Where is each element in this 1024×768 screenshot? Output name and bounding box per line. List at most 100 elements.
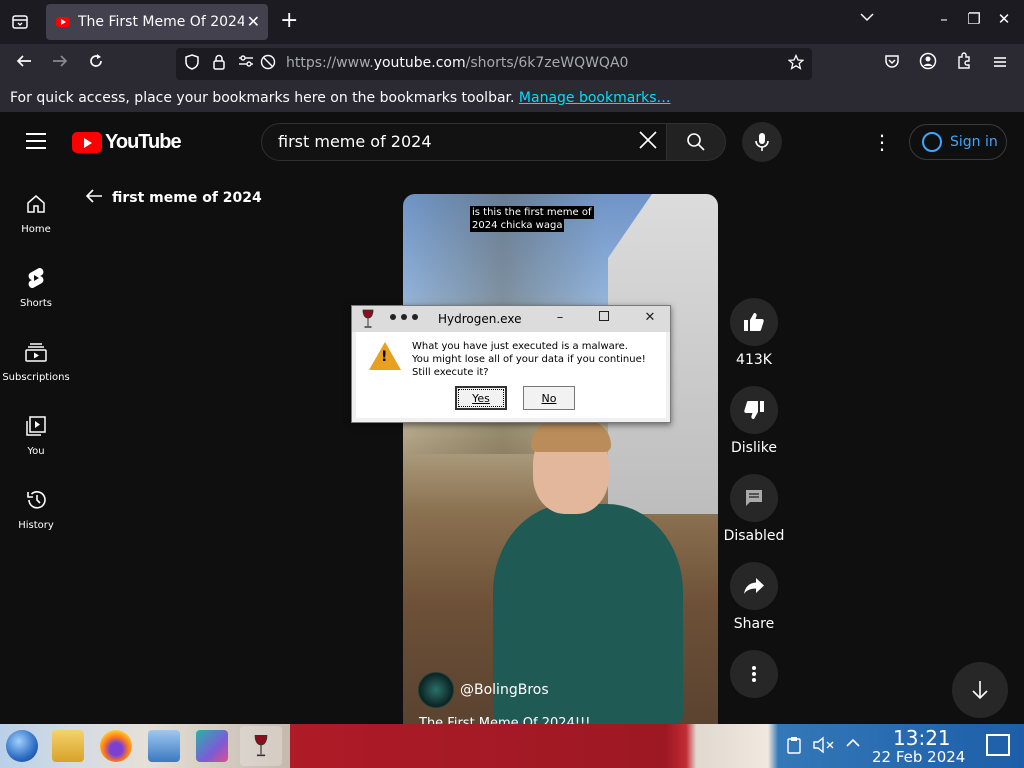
thumbs-down-icon[interactable] bbox=[730, 386, 778, 434]
dialog-body: ! What you have just executed is a malwa… bbox=[356, 332, 666, 418]
more-vertical-icon[interactable] bbox=[730, 650, 778, 698]
app-menu-icon[interactable] bbox=[987, 52, 1013, 76]
guide-item-you[interactable]: You bbox=[0, 414, 72, 457]
pocket-icon[interactable] bbox=[879, 52, 905, 76]
dialog-minimize-button[interactable]: – bbox=[552, 310, 568, 325]
start-menu-icon[interactable] bbox=[6, 730, 38, 762]
microphone-icon bbox=[755, 133, 769, 151]
window-close-button[interactable]: ✕ bbox=[994, 10, 1014, 28]
history-icon bbox=[0, 488, 72, 512]
list-all-tabs-chevron-icon[interactable] bbox=[860, 10, 874, 26]
more-options-icon[interactable]: ⋮ bbox=[872, 130, 892, 154]
caption-line: 2024 chicka waga bbox=[470, 219, 565, 232]
account-icon[interactable] bbox=[915, 52, 941, 76]
search-box[interactable] bbox=[261, 123, 667, 161]
tab-list-icon[interactable] bbox=[6, 10, 34, 34]
back-arrow-icon[interactable] bbox=[11, 52, 37, 76]
youtube-wordmark: YouTube bbox=[105, 130, 182, 153]
bookmark-star-icon[interactable] bbox=[786, 53, 806, 74]
dialog-message-line: You might lose all of your data if you c… bbox=[412, 354, 646, 365]
clock-date[interactable]: 22 Feb 2024 bbox=[872, 748, 965, 766]
youtube-logo[interactable]: YouTube bbox=[72, 130, 182, 153]
clear-search-icon[interactable] bbox=[638, 128, 658, 156]
sign-in-button[interactable]: Sign in bbox=[909, 124, 1007, 160]
autoplay-blocked-icon[interactable] bbox=[258, 54, 278, 74]
extensions-icon[interactable] bbox=[951, 52, 977, 76]
url-path: /shorts/6k7zeWQWQA0 bbox=[465, 55, 629, 71]
dialog-close-button[interactable]: ✕ bbox=[642, 310, 658, 325]
no-label: No bbox=[541, 391, 557, 405]
search-button[interactable] bbox=[666, 123, 726, 161]
shorts-icon bbox=[0, 266, 72, 290]
yes-button[interactable]: Yes bbox=[455, 386, 507, 410]
system-settings-icon[interactable] bbox=[148, 730, 180, 762]
clipboard-icon[interactable] bbox=[786, 736, 802, 758]
like-count: 413K bbox=[736, 352, 772, 368]
dislike-button[interactable]: Dislike bbox=[730, 386, 778, 456]
comments-button[interactable]: Disabled bbox=[724, 474, 784, 544]
shorts-back-row[interactable]: first meme of 2024 bbox=[84, 186, 262, 210]
share-arrow-icon[interactable] bbox=[730, 562, 778, 610]
you-icon bbox=[0, 414, 72, 438]
more-actions-button[interactable] bbox=[730, 650, 778, 698]
software-center-icon[interactable] bbox=[196, 730, 228, 762]
arrow-down-icon bbox=[972, 681, 988, 700]
show-desktop-button[interactable] bbox=[986, 734, 1010, 756]
browser-nav-bar: https://www.youtube.com/shorts/6k7zeWQWQ… bbox=[0, 44, 1024, 84]
channel-name[interactable]: @BolingBros bbox=[460, 682, 549, 698]
window-restore-button[interactable]: ❐ bbox=[964, 10, 984, 28]
dialog-titlebar[interactable]: Hydrogen.exe – ✕ bbox=[352, 306, 670, 332]
share-button[interactable]: Share bbox=[730, 562, 778, 632]
caption-line: is this the first meme of bbox=[470, 206, 594, 219]
bookmarks-toolbar: For quick access, place your bookmarks h… bbox=[0, 84, 1024, 112]
dialog-menu-dots-icon[interactable] bbox=[390, 314, 423, 320]
permissions-icon[interactable] bbox=[236, 54, 256, 72]
tab-close-icon[interactable]: ✕ bbox=[247, 12, 260, 31]
channel-info[interactable]: @BolingBros bbox=[418, 672, 549, 708]
dialog-message-line: What you have just executed is a malware… bbox=[412, 341, 628, 352]
guide-label: Home bbox=[21, 224, 51, 235]
forward-arrow-icon[interactable] bbox=[47, 52, 73, 76]
thumbs-up-icon[interactable] bbox=[730, 298, 778, 346]
search-icon bbox=[687, 133, 705, 151]
dialog-maximize-button[interactable] bbox=[596, 310, 612, 325]
no-button[interactable]: No bbox=[523, 386, 575, 410]
taskbar: 13:21 22 Feb 2024 bbox=[0, 724, 1024, 768]
tray-expand-chevron-icon[interactable] bbox=[846, 736, 860, 752]
voice-search-button[interactable] bbox=[742, 122, 782, 162]
shorts-video-player[interactable] bbox=[403, 194, 718, 724]
search-query-label: first meme of 2024 bbox=[112, 190, 262, 206]
firefox-icon[interactable] bbox=[100, 730, 132, 762]
dialog-message-line: Still execute it? bbox=[412, 367, 489, 378]
back-arrow-icon[interactable] bbox=[84, 186, 104, 210]
next-short-button[interactable] bbox=[952, 662, 1008, 718]
channel-avatar[interactable] bbox=[418, 672, 454, 708]
file-manager-icon[interactable] bbox=[52, 730, 84, 762]
tracking-protection-shield-icon[interactable] bbox=[182, 54, 202, 74]
guide-label: You bbox=[27, 446, 45, 457]
browser-tab-active[interactable]: The First Meme Of 2024! ✕ bbox=[46, 4, 268, 40]
url-host: youtube.com bbox=[373, 55, 466, 71]
address-bar[interactable]: https://www.youtube.com/shorts/6k7zeWQWQ… bbox=[176, 48, 812, 80]
yes-label: Yes bbox=[472, 391, 490, 405]
lock-icon[interactable] bbox=[209, 54, 229, 74]
search-input[interactable] bbox=[278, 132, 618, 151]
guide-item-home[interactable]: Home bbox=[0, 192, 72, 235]
warning-exclamation-icon: ! bbox=[381, 349, 388, 365]
manage-bookmarks-link[interactable]: Manage bookmarks… bbox=[519, 90, 671, 106]
like-button[interactable]: 413K bbox=[730, 298, 778, 368]
url-prefix: https://www. bbox=[286, 55, 374, 71]
url-text[interactable]: https://www.youtube.com/shorts/6k7zeWQWQ… bbox=[286, 55, 628, 71]
reload-icon[interactable] bbox=[83, 52, 109, 76]
home-icon bbox=[0, 192, 72, 216]
volume-muted-icon[interactable] bbox=[813, 736, 835, 758]
window-minimize-button[interactable]: – bbox=[934, 10, 954, 28]
guide-item-shorts[interactable]: Shorts bbox=[0, 266, 72, 309]
guide-menu-icon[interactable] bbox=[26, 133, 46, 149]
guide-item-history[interactable]: History bbox=[0, 488, 72, 531]
new-tab-button[interactable]: + bbox=[280, 8, 300, 36]
comment-icon[interactable] bbox=[730, 474, 778, 522]
clock-time[interactable]: 13:21 bbox=[893, 726, 951, 750]
guide-item-subscriptions[interactable]: Subscriptions bbox=[0, 340, 72, 383]
hydrogen-task-button[interactable] bbox=[240, 726, 282, 766]
